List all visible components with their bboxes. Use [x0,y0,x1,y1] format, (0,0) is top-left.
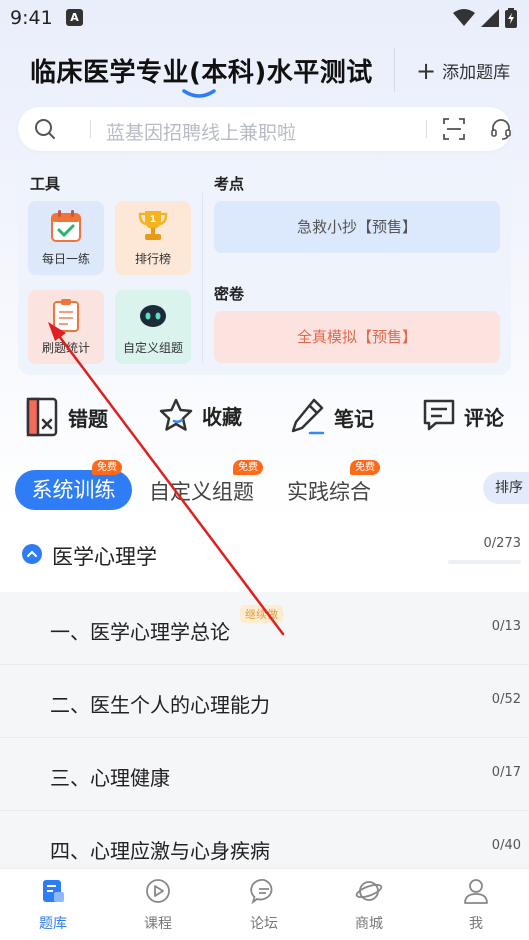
tab-system-training[interactable]: 系统训练 [15,470,132,510]
chevron-up-icon[interactable] [22,544,42,564]
nav-label: 论坛 [250,916,278,932]
nav-label: 商城 [355,916,383,932]
question-bank-icon [43,880,64,902]
secret-papers-heading: 密卷 [214,285,245,303]
comment-icon [423,399,455,431]
first-aid-notes-promo[interactable]: 急救小抄【预售】 [214,201,500,253]
play-circle-icon [146,879,170,903]
quick-label: 收藏 [202,404,242,429]
custom-quiz-tile[interactable]: 自定义组题 [115,290,191,364]
tools-panel: 工具 每日一练 1 排行榜 刷题统计 自定义组题 考点 急救小抄【预售】 密卷 … [18,163,511,375]
nav-question-bank[interactable]: 题库 [23,877,83,933]
plus-icon: + [416,56,437,85]
quick-label: 错题 [68,406,108,431]
quick-label: 评论 [464,405,504,430]
nav-forum[interactable]: 论坛 [234,877,294,933]
nav-mall[interactable]: 商城 [339,877,399,933]
search-bar[interactable]: 蓝基因招聘线上兼职啦 [18,107,511,151]
wrong-book-icon [26,397,58,437]
scan-icon[interactable] [443,118,465,140]
search-separator-right [426,120,427,138]
daily-practice-tile[interactable]: 每日一练 [28,201,104,275]
chapter-count: 0/273 [483,536,521,551]
continue-badge: 继续做 [240,605,283,623]
free-badge: 免费 [350,460,380,475]
search-separator [90,120,91,138]
tool-label: 刷题统计 [41,341,90,355]
calendar-check-icon [51,210,81,242]
nav-label: 题库 [39,916,67,932]
panel-divider [202,193,203,363]
section-title: 二、医生个人的心理能力 [50,693,270,717]
section-row[interactable]: 三、心理健康 0/17 [0,738,529,811]
status-time: 9:41 [10,7,53,29]
section-count: 0/52 [491,692,521,707]
forum-icon [250,878,273,905]
wrong-questions-button[interactable]: 错题 [26,397,108,437]
section-row[interactable]: 二、医生个人的心理能力 0/52 [0,665,529,738]
nav-label: 课程 [144,916,172,932]
chapter-row[interactable]: 医学心理学 0/273 [0,523,529,589]
section-row[interactable]: 一、医学心理学总论 继续做 0/13 [0,592,529,665]
tools-heading: 工具 [30,175,61,193]
tool-label: 自定义组题 [122,341,183,355]
nav-label: 我 [469,916,483,932]
nav-courses[interactable]: 课程 [128,877,188,933]
notification-icon: A [66,9,83,26]
full-mock-promo[interactable]: 全真模拟【预售】 [214,311,500,363]
section-count: 0/13 [491,619,521,634]
section-title: 一、医学心理学总论 [50,620,230,644]
section-count: 0/17 [491,765,521,780]
signal-icon [481,9,499,27]
leaderboard-tile[interactable]: 1 排行榜 [115,201,191,275]
trophy-icon: 1 [138,211,168,240]
svg-text:1: 1 [150,215,156,225]
tab-custom-quiz[interactable]: 自定义组题 [149,476,254,506]
user-icon [464,879,488,904]
sort-button[interactable]: 排序 [483,472,529,504]
section-title: 四、心理应激与心身疾病 [50,839,270,863]
practice-stats-tile[interactable]: 刷题统计 [28,290,104,364]
chapter-title: 医学心理学 [52,545,157,569]
pen-icon [291,398,325,435]
battery-icon [505,8,517,28]
bottom-nav: 题库 课程 论坛 商城 我 [0,868,529,940]
tab-practice-comprehensive[interactable]: 实践综合 [287,476,371,506]
comments-button[interactable]: 评论 [422,397,504,435]
star-icon [159,398,193,431]
add-question-bank-button[interactable]: + 添加题库 [416,56,511,85]
tab-bar: 系统训练 免费 自定义组题 免费 实践综合 免费 排序 [0,460,529,513]
status-bar: 9:41 A [0,0,529,36]
wifi-icon [453,9,475,26]
add-question-bank-label: 添加题库 [442,63,511,83]
free-badge: 免费 [233,460,263,475]
section-title: 三、心理健康 [50,766,170,790]
headset-icon[interactable] [490,118,512,140]
tool-label: 每日一练 [41,252,90,266]
quick-label: 笔记 [334,406,374,431]
page-title[interactable]: 临床医学专业(本科)水平测试 [30,52,373,89]
search-placeholder: 蓝基因招聘线上兼职啦 [106,122,297,144]
tool-label: 排行榜 [134,252,171,266]
favorites-button[interactable]: 收藏 [158,397,242,433]
header-divider [394,48,395,92]
clipboard-icon [53,299,79,332]
quick-actions: 错题 收藏 笔记 评论 [0,397,529,443]
robot-icon [140,305,166,327]
title-underline-icon [182,89,216,98]
exam-points-heading: 考点 [214,175,245,193]
section-count: 0/40 [491,838,521,853]
chapter-progress [448,560,521,564]
notes-button[interactable]: 笔记 [290,397,374,437]
search-icon [35,119,55,139]
free-badge: 免费 [92,460,122,475]
planet-icon [355,881,383,901]
nav-me[interactable]: 我 [446,877,506,933]
